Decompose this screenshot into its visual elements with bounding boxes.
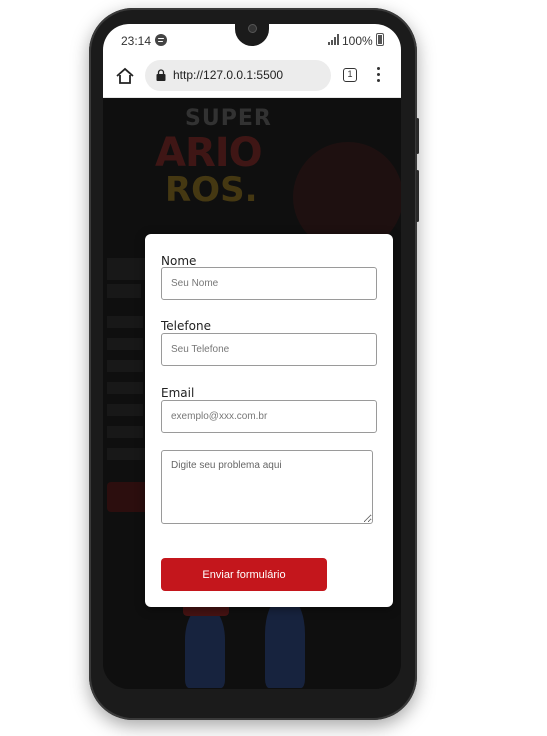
battery-icon (376, 33, 384, 46)
phone-input[interactable] (161, 333, 377, 366)
page-background: SUPER ARIO ROS. Nome Seu Nome Telefone S… (103, 98, 401, 689)
volume-button (416, 118, 419, 154)
email-input[interactable] (161, 400, 377, 433)
battery-level: 100% (342, 34, 373, 48)
phone-screen: 23:14 100% http://127.0.0.1:5500 1 SUPER… (103, 24, 401, 689)
name-input[interactable] (161, 267, 377, 300)
browser-toolbar: http://127.0.0.1:5500 1 (103, 56, 401, 98)
contact-form-modal: Nome Telefone Email Enviar formulário (145, 234, 393, 607)
spotify-icon (155, 34, 167, 46)
name-label: Nome (161, 254, 197, 268)
tabs-icon[interactable]: 1 (343, 68, 357, 82)
email-label: Email (161, 386, 195, 400)
menu-icon[interactable] (377, 67, 381, 83)
signal-icon (328, 34, 342, 45)
status-time: 23:14 (121, 34, 152, 48)
address-bar-url: http://127.0.0.1:5500 (173, 68, 284, 82)
camera-icon (248, 24, 257, 33)
power-button (416, 170, 419, 222)
status-bar: 23:14 100% (103, 24, 401, 56)
home-icon[interactable] (115, 66, 135, 86)
message-textarea[interactable] (161, 450, 373, 524)
lock-icon (156, 69, 166, 81)
phone-label: Telefone (161, 319, 211, 333)
address-bar[interactable]: http://127.0.0.1:5500 (145, 60, 331, 91)
submit-form-button[interactable]: Enviar formulário (161, 558, 327, 591)
